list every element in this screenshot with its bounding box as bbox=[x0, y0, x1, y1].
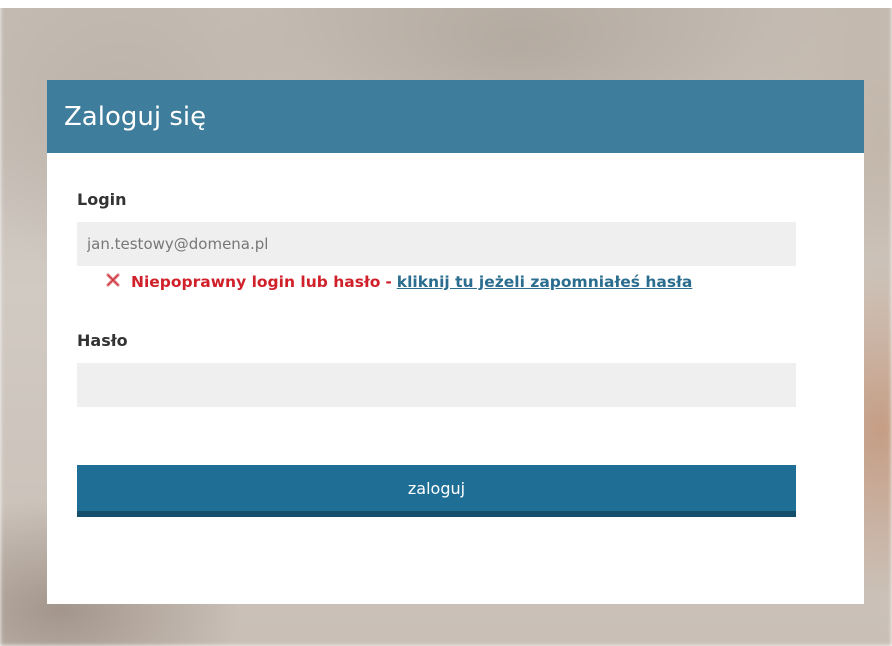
login-label: Login bbox=[77, 190, 127, 209]
login-input[interactable] bbox=[77, 222, 796, 266]
forgot-password-link[interactable]: kliknij tu jeżeli zapomniałeś hasła bbox=[397, 273, 693, 291]
login-panel-header: Zaloguj się bbox=[47, 80, 864, 153]
error-x-icon bbox=[105, 272, 121, 288]
login-error-message: Niepoprawny login lub hasło - kliknij tu… bbox=[105, 273, 692, 291]
password-label: Hasło bbox=[77, 331, 128, 350]
page-title: Zaloguj się bbox=[64, 101, 207, 132]
error-text: Niepoprawny login lub hasło bbox=[131, 273, 381, 291]
login-panel: Zaloguj się Login Niepoprawny login lub … bbox=[47, 80, 864, 604]
password-input[interactable] bbox=[77, 363, 796, 407]
login-button[interactable]: zaloguj bbox=[77, 465, 796, 517]
top-edge bbox=[0, 0, 892, 8]
error-separator: - bbox=[385, 273, 392, 291]
